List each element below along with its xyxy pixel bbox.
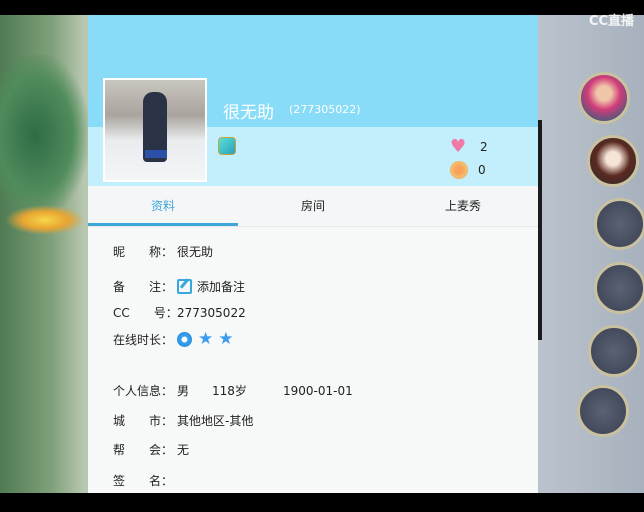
mic-seat-avatar-1[interactable]: [578, 72, 630, 124]
likes-count: 2: [480, 140, 488, 154]
tab-room[interactable]: 房间: [238, 186, 388, 226]
profile-tabs: 资料 房间 上麦秀: [88, 186, 538, 227]
signature-row: 签 名：: [113, 472, 177, 489]
city-label: 城 市：: [113, 414, 174, 428]
sword-glow-decoration: [5, 205, 85, 235]
guild-row: 帮 会： 无: [113, 441, 189, 458]
heart-icon: ♥: [450, 136, 467, 157]
tab-mic-show[interactable]: 上麦秀: [388, 186, 538, 226]
profile-name: 很无助: [223, 103, 274, 123]
guild-label: 帮 会：: [113, 443, 174, 457]
likes-stat: ♥ 2: [450, 138, 488, 156]
top-letterbox: [0, 0, 644, 15]
mic-seat-empty-3[interactable]: [594, 198, 644, 250]
online-time-row: 在线时长： ★ ★: [113, 331, 239, 348]
bottom-letterbox: [0, 493, 644, 512]
lollipop-icon: [450, 161, 468, 179]
age-value: 118岁: [212, 384, 247, 398]
level-badge-icon[interactable]: [218, 137, 236, 155]
user-profile-card: 很无助 (277305022) ♥ 2 0 资料 房间 上麦秀 昵 称： 很无助…: [88, 15, 538, 493]
city-row: 城 市： 其他地区-其他: [113, 412, 253, 429]
personal-info-row: 个人信息： 男 118岁 1900-01-01: [113, 382, 353, 399]
avatar-photo-plate: [145, 150, 167, 158]
cc-live-watermark: CC直播: [588, 14, 634, 29]
lollipop-count: 0: [478, 163, 486, 177]
remark-label: 备 注：: [113, 280, 174, 294]
online-time-label: 在线时长：: [113, 333, 174, 347]
cc-number-label: CC 号：: [113, 306, 178, 320]
nickname-row: 昵 称： 很无助: [113, 243, 213, 260]
cc-number-row: CC 号： 277305022: [113, 304, 246, 321]
mic-seat-empty-4[interactable]: [594, 262, 644, 314]
tab-profile[interactable]: 资料: [88, 186, 238, 226]
personal-info-label: 个人信息：: [113, 384, 174, 398]
panel-edge-bar: [538, 120, 542, 340]
edit-icon[interactable]: [177, 279, 192, 294]
profile-avatar[interactable]: [103, 78, 207, 182]
city-value: 其他地区-其他: [177, 414, 254, 428]
cc-number-value: 277305022: [177, 305, 246, 320]
add-remark-link[interactable]: 添加备注: [197, 278, 245, 295]
mic-seat-avatar-2[interactable]: [587, 135, 639, 187]
profile-cc-id: (277305022): [289, 103, 361, 116]
tree-decoration: [0, 55, 88, 215]
birthday-value: 1900-01-01: [283, 383, 353, 398]
guild-value: 无: [177, 443, 190, 457]
mic-seat-empty-6[interactable]: [577, 385, 629, 437]
remark-row: 备 注： 添加备注: [113, 278, 245, 295]
gender-value: 男: [177, 384, 190, 398]
lollipop-stat: 0: [450, 161, 486, 179]
star-icon: ★: [198, 329, 214, 349]
mic-seat-empty-5[interactable]: [588, 325, 640, 377]
signature-label: 签 名：: [113, 474, 174, 488]
moon-medal-icon: [177, 332, 192, 347]
nickname-label: 昵 称：: [113, 245, 174, 259]
star-icon: ★: [218, 329, 234, 349]
nickname-value: 很无助: [177, 245, 214, 259]
